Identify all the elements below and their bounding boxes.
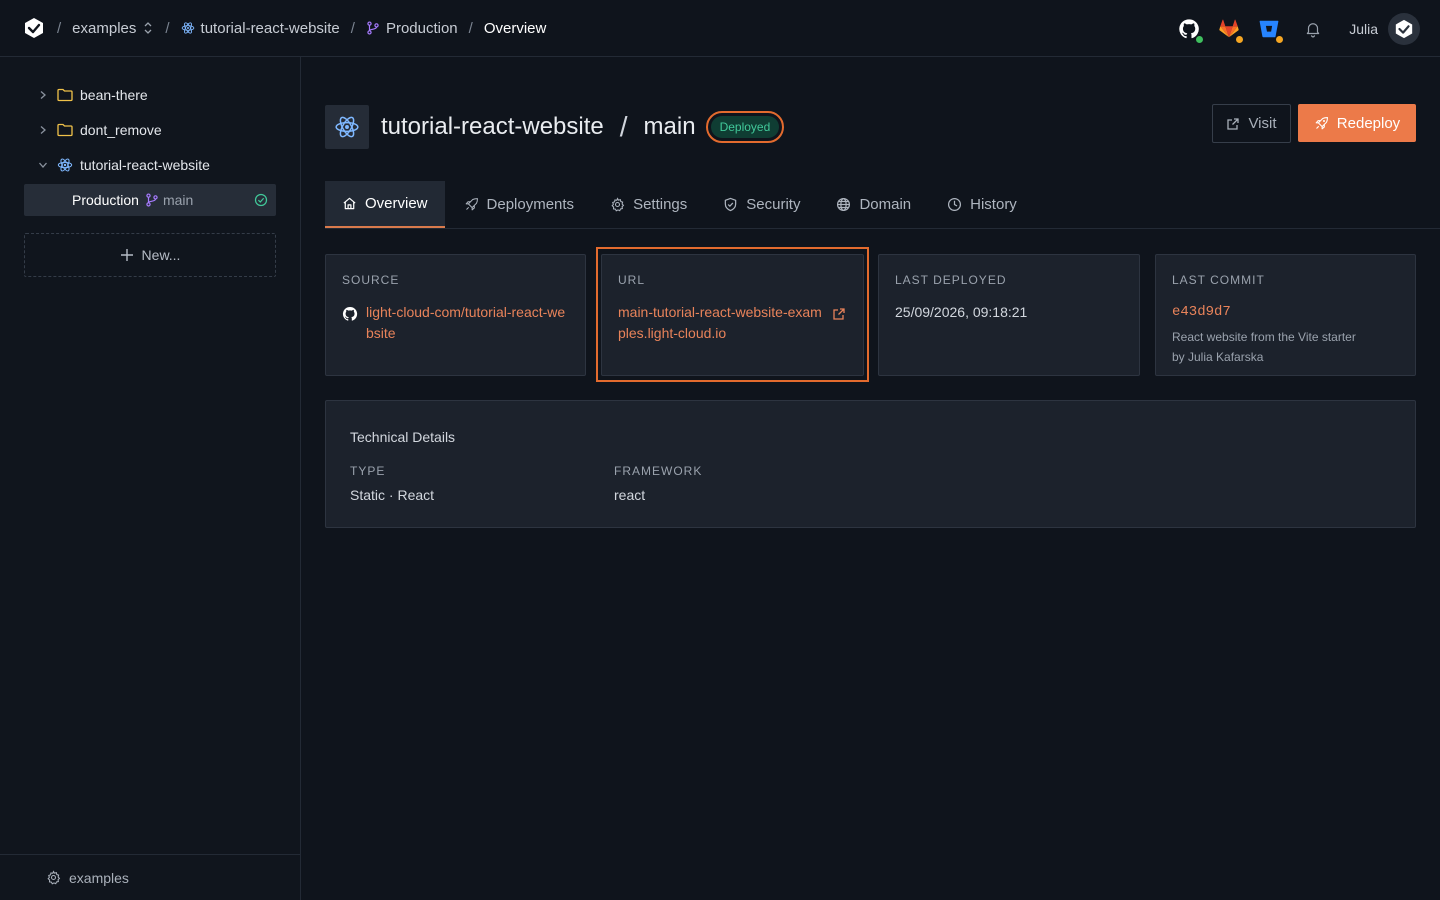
bitbucket-icon[interactable] — [1257, 17, 1285, 44]
sidebar-item-bean-there[interactable]: bean-there — [36, 83, 148, 107]
breadcrumb-page: Overview — [483, 19, 547, 37]
source-card: SOURCE light-cloud-com/tutorial-react-we… — [325, 254, 586, 376]
page-title: tutorial-react-website / main Deployed — [381, 111, 785, 143]
tab-history[interactable]: History — [930, 181, 1034, 228]
new-project-button[interactable]: New... — [24, 233, 276, 277]
technical-details-panel: Technical Details TYPE Static · React FR… — [325, 400, 1416, 528]
tab-deployments[interactable]: Deployments — [447, 181, 592, 228]
tab-settings[interactable]: Settings — [593, 181, 704, 228]
gear-icon — [47, 870, 61, 885]
status-badge: Deployed — [710, 116, 780, 138]
last-commit-card: LAST COMMIT e43d9d7 React website from t… — [1155, 254, 1416, 376]
project-react-icon — [325, 105, 369, 149]
chevron-right-icon[interactable] — [36, 88, 50, 102]
branch-icon — [367, 21, 379, 35]
technical-details-title: Technical Details — [350, 429, 456, 445]
breadcrumb-project[interactable]: tutorial-react-website — [181, 20, 340, 37]
chevron-right-icon[interactable] — [36, 123, 50, 137]
external-link-icon — [1227, 117, 1240, 130]
url-card-highlight — [596, 247, 869, 382]
shield-icon — [725, 197, 737, 212]
plus-icon — [120, 249, 133, 261]
sidebar-item-tutorial-react-website[interactable]: tutorial-react-website — [36, 153, 210, 177]
type-value: Static · React — [350, 487, 435, 503]
org-settings-link[interactable]: examples — [0, 854, 300, 900]
tab-overview[interactable]: Overview — [325, 181, 445, 228]
globe-icon — [837, 197, 851, 212]
github-icon[interactable] — [1177, 17, 1205, 44]
clock-icon — [948, 197, 962, 212]
breadcrumb-org[interactable]: examples — [72, 20, 154, 37]
branch-icon — [146, 193, 158, 207]
source-repo-link[interactable]: light-cloud-com/tutorial-react-website — [366, 302, 569, 344]
tab-bar: Overview Deployments Settings Security D… — [325, 181, 1440, 229]
user-avatar[interactable] — [1388, 12, 1420, 45]
folder-icon — [57, 88, 73, 102]
sidebar-item-production[interactable]: Production main — [24, 184, 276, 216]
sidebar: bean-there dont_remove tutorial-react-we… — [0, 57, 301, 900]
tab-domain[interactable]: Domain — [819, 181, 928, 228]
framework-value: react — [614, 487, 646, 503]
react-icon — [181, 22, 194, 34]
commit-message: React website from the Vite starter — [1172, 330, 1356, 344]
bell-icon[interactable] — [1301, 17, 1325, 41]
tab-security[interactable]: Security — [706, 181, 817, 228]
chevron-updown-icon — [144, 22, 152, 34]
rocket-icon — [1315, 116, 1328, 129]
redeploy-button[interactable]: Redeploy — [1298, 104, 1416, 142]
gitlab-icon[interactable] — [1217, 17, 1245, 44]
branch-name: main — [643, 113, 696, 140]
main-content: tutorial-react-website / main Deployed V… — [301, 57, 1440, 900]
folder-icon — [57, 123, 73, 137]
check-circle-icon — [254, 193, 268, 207]
home-icon — [343, 197, 356, 210]
rocket-icon — [465, 198, 478, 211]
chevron-down-icon[interactable] — [36, 158, 50, 172]
react-icon — [57, 158, 73, 172]
app-logo-icon[interactable] — [22, 16, 46, 40]
last-deployed-value: 25/09/2026, 09:18:21 — [895, 304, 1028, 320]
commit-hash-link[interactable]: e43d9d7 — [1172, 302, 1399, 323]
user-name[interactable]: Julia — [1349, 21, 1378, 37]
last-deployed-card: LAST DEPLOYED 25/09/2026, 09:18:21 — [878, 254, 1140, 376]
top-bar: / examples / tutorial-react-website / Pr… — [0, 0, 1440, 57]
sidebar-item-dont-remove[interactable]: dont_remove — [36, 118, 162, 142]
commit-author: by Julia Kafarska — [1172, 350, 1264, 364]
github-icon — [342, 306, 358, 321]
breadcrumb-environment[interactable]: Production — [366, 20, 458, 37]
gear-icon — [611, 197, 625, 212]
project-name: tutorial-react-website — [381, 113, 604, 140]
visit-button[interactable]: Visit — [1212, 104, 1291, 143]
